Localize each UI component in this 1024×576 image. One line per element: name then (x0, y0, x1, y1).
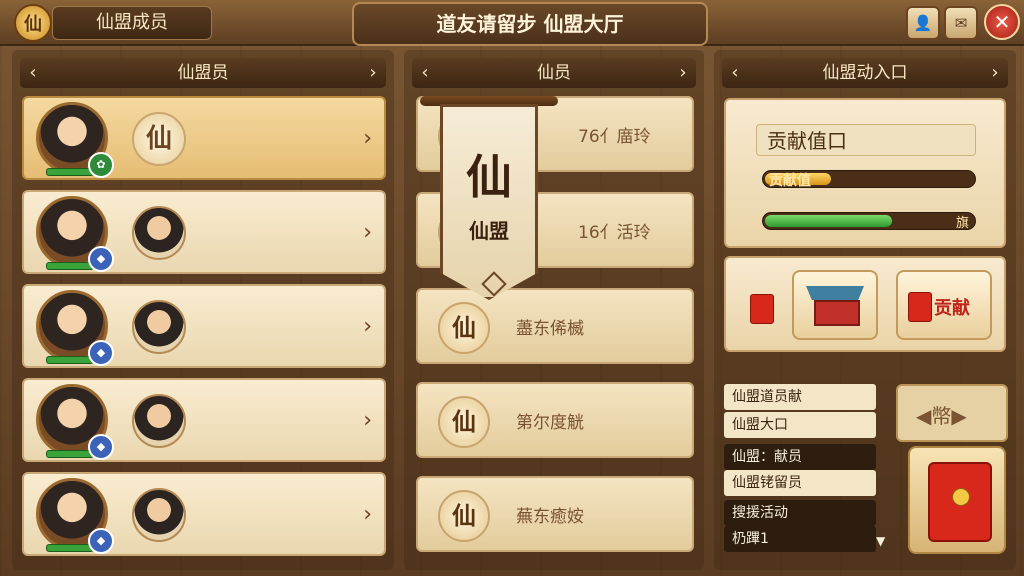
page-title: 道友请留步 仙盟大厅 (352, 2, 708, 46)
member-role-badge-icon: ◆ (88, 340, 114, 366)
guild-banner: 仙 仙盟 (420, 96, 558, 306)
rank-glyph: 仙 (438, 396, 490, 448)
member-card[interactable]: ◆ › (22, 284, 386, 368)
donate-button[interactable]: 贡献 (896, 270, 992, 340)
banner-progress-end: 旗 (955, 216, 969, 231)
activity-column-title: 仙盟动入口 (822, 63, 908, 83)
diamond-icon (481, 271, 507, 297)
list-item[interactable]: 仙 第尔度觥 (416, 382, 694, 458)
banner-progress-fill (765, 215, 893, 227)
member-avatar (132, 394, 186, 448)
contribution-title: 贡献值口 (756, 124, 976, 156)
chevron-right-icon: › (363, 314, 372, 339)
item-name: 藎东俙楲 (516, 319, 584, 339)
chat-menu-item[interactable]: 仙盟道员献 (724, 384, 876, 410)
item-name: 蕪东癒姲 (516, 507, 584, 527)
pagoda-roof-icon (806, 286, 864, 300)
banner-subtitle: 仙盟 (469, 219, 509, 243)
member-role-badge-icon: ◆ (88, 528, 114, 554)
chat-menu-item[interactable]: 仙盟大口 (724, 412, 876, 438)
person-icon: 👤 (913, 14, 933, 32)
members-column-header: ‹ 仙盟员 › (20, 58, 386, 88)
member-role-badge-icon: ✿ (88, 152, 114, 178)
member-hp-bar (46, 450, 94, 458)
next-arrow-icon[interactable]: › (984, 58, 1006, 88)
contribution-label: 贡献值 (769, 173, 811, 189)
contribution-progress-bar: 贡献值 (762, 170, 976, 189)
rank-glyph: 仙 (438, 490, 490, 542)
list-item[interactable]: 仙 蕪东癒姲 (416, 476, 694, 552)
prev-arrow-icon[interactable]: ‹ (414, 58, 436, 88)
contribution-panel: 贡献值口 贡献值 旗 (724, 98, 1006, 248)
chevron-right-icon: › (363, 126, 372, 151)
mail-icon: ✉ (954, 14, 968, 32)
donation-row: 贡献 (724, 256, 1006, 352)
immortals-column-header: ‹ 仙员 › (412, 58, 696, 88)
chat-dropdown[interactable]: 仙盟道员献 仙盟大口 仙盟：献员 仙盟铑留员 搜援活动 㭁蹕1 ▼ (724, 384, 894, 554)
seal-icon (952, 488, 970, 506)
member-card[interactable]: ◆ › (22, 472, 386, 556)
member-avatar (132, 488, 186, 542)
tab-guild-members[interactable]: 仙盟成员 (52, 6, 212, 40)
profile-button[interactable]: 👤 (906, 6, 940, 40)
guild-emblem-icon: 仙 (14, 4, 52, 42)
chevron-right-icon: › (363, 220, 372, 245)
immortals-column-title: 仙员 (537, 63, 571, 83)
banner-cloth: 仙 仙盟 (440, 104, 538, 300)
red-envelope-icon[interactable] (750, 294, 774, 324)
pagoda-hall-icon (814, 300, 860, 326)
next-arrow-icon[interactable]: › (672, 58, 694, 88)
member-hp-bar (46, 544, 94, 552)
background-panel: ◀幣▶ (896, 384, 1008, 442)
member-role-badge-icon: ◆ (88, 246, 114, 272)
banner-progress-bar: 旗 (762, 212, 976, 231)
chat-menu-item[interactable]: 搜援活动 (724, 500, 876, 526)
background-panel-text: ◀幣▶ (916, 404, 967, 428)
member-role-badge-icon: ◆ (88, 434, 114, 460)
chat-menu-item[interactable]: 仙盟铑留员 (724, 470, 876, 496)
member-card[interactable]: ✿ 仙 › (22, 96, 386, 180)
member-card[interactable]: ◆ › (22, 378, 386, 462)
close-button[interactable]: ✕ (984, 4, 1020, 40)
prev-arrow-icon[interactable]: ‹ (22, 58, 44, 88)
member-glyph: 仙 (132, 112, 186, 166)
activity-column-header: ‹ 仙盟动入口 › (722, 58, 1008, 88)
chat-menu-item[interactable]: 仙盟：献员 (724, 444, 876, 470)
item-name: 76亻庿玲 (578, 127, 651, 147)
member-hp-bar (46, 262, 94, 270)
item-name: 16亻活玲 (578, 223, 651, 243)
banner-char: 仙 (466, 150, 512, 204)
members-column-title: 仙盟员 (177, 63, 229, 83)
red-envelope-icon (928, 462, 992, 542)
top-bar: 仙 仙盟成员 道友请留步 仙盟大厅 👤 ✉ ✕ (0, 0, 1024, 46)
item-name: 第尔度觥 (516, 413, 584, 433)
chevron-right-icon: › (363, 502, 372, 527)
member-hp-bar (46, 168, 94, 176)
prev-arrow-icon[interactable]: ‹ (724, 58, 746, 88)
red-envelope-icon (908, 292, 932, 322)
rank-glyph: 仙 (438, 302, 490, 354)
chat-menu-item[interactable]: 㭁蹕1 (724, 526, 876, 552)
donate-label: 贡献 (934, 298, 970, 319)
next-arrow-icon[interactable]: › (362, 58, 384, 88)
guild-hall-button[interactable] (792, 270, 878, 340)
member-avatar (132, 206, 186, 260)
mail-button[interactable]: ✉ (944, 6, 978, 40)
chevron-down-icon[interactable]: ▼ (876, 534, 885, 548)
red-envelope-button[interactable] (908, 446, 1006, 554)
member-avatar (132, 300, 186, 354)
member-hp-bar (46, 356, 94, 364)
member-card[interactable]: ◆ › (22, 190, 386, 274)
chevron-right-icon: › (363, 408, 372, 433)
